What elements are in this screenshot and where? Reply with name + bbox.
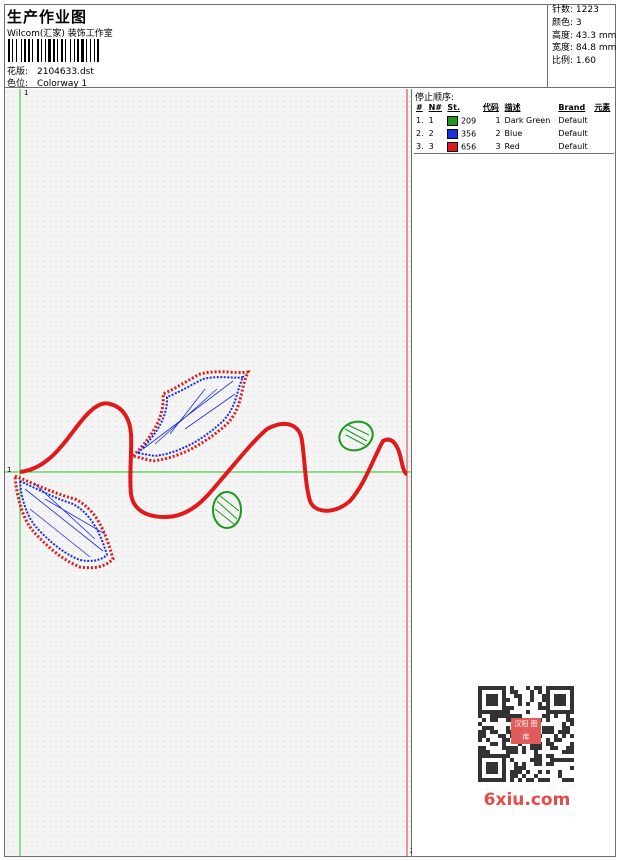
table-row[interactable]: 2. 2 356 2 Blue Default — [414, 127, 614, 140]
colorway-label: 色位: — [7, 79, 29, 89]
colorway-row: 色位: Colorway 1 — [7, 76, 87, 89]
col-index: # — [416, 103, 423, 112]
berry-right — [338, 420, 374, 452]
embroidery-preview — [5, 89, 412, 856]
stats-box: 针数: 1223 颜色: 3 高度: 43.3 mm 宽度: 84.8 mm 比… — [547, 4, 616, 88]
berry-lower — [212, 491, 242, 529]
watermark-logo: 汉阳 图库 — [511, 718, 541, 744]
table-header-row: # N# St. 代码 描述 Brand 元素 — [414, 101, 614, 114]
table-row[interactable]: 3. 3 656 3 Red Default — [414, 140, 614, 154]
stop-sequence-table: # N# St. 代码 描述 Brand 元素 1. 1 209 1 Dark … — [414, 101, 614, 154]
stat-scale: 比例: 1.60 — [552, 56, 596, 67]
colorway-value: Colorway 1 — [37, 79, 88, 89]
watermark-site: 6xiu.com — [483, 790, 571, 810]
col-brand: Brand — [558, 103, 586, 112]
stat-colors: 颜色: 3 — [552, 17, 582, 28]
watermark: 汉阳 图库 6xiu.com — [468, 680, 586, 818]
col-number: N# — [428, 103, 442, 112]
color-swatch-red — [447, 141, 459, 152]
col-code: 代码 — [482, 103, 499, 112]
axis-label-left: 1 — [7, 466, 12, 474]
barcode — [8, 39, 99, 62]
leaf-upper — [130, 370, 251, 463]
axis-label-top: 1 — [24, 89, 29, 97]
page-title: 生产作业图 — [7, 8, 88, 26]
color-swatch-green — [447, 115, 459, 126]
design-canvas[interactable]: 1 1 2 — [5, 89, 414, 856]
color-swatch-blue — [447, 128, 459, 139]
stat-height: 高度: 43.3 mm — [552, 30, 617, 41]
company-name: Wilcom(汇家) 装饰工作室 — [7, 29, 113, 39]
vine-stem — [19, 401, 408, 520]
col-stitches: St. — [447, 103, 461, 112]
header: 生产作业图 Wilcom(汇家) 装饰工作室 花版: 2104633.dst 色位… — [4, 4, 616, 89]
col-element: 元素 — [594, 103, 611, 112]
table-row[interactable]: 1. 1 209 1 Dark Green Default — [414, 114, 614, 127]
col-description: 描述 — [504, 103, 521, 112]
leaf-lower — [13, 473, 115, 570]
stat-stitches: 针数: 1223 — [552, 5, 599, 15]
stat-width: 宽度: 84.8 mm — [552, 43, 617, 54]
